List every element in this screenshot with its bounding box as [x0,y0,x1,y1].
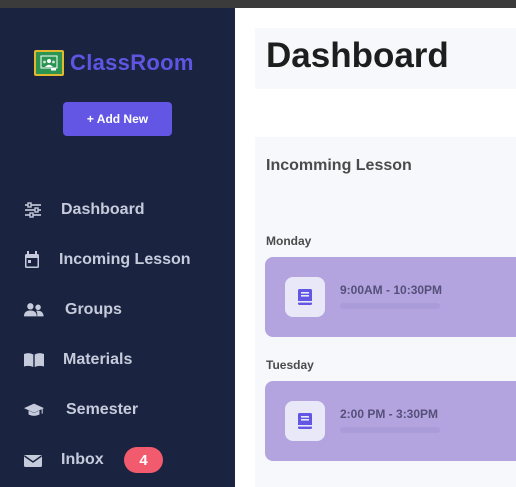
brand-name: ClassRoom [70,50,194,75]
book-icon [285,401,325,441]
classroom-logo-icon [34,50,64,76]
nav-item-dashboard[interactable]: Dashboard [0,193,235,227]
sidebar: ClassRoom + Add New Dashboard Incoming L… [0,8,235,487]
nav-item-semester[interactable]: Semester [0,393,235,427]
nav-item-inbox[interactable]: Inbox 4 [0,443,235,477]
page-title: Dashboard [266,36,449,75]
graduation-cap-icon [24,400,44,420]
nav-item-materials[interactable]: Materials [0,343,235,377]
lesson-subtitle-placeholder [340,303,440,309]
users-icon [24,300,44,320]
add-new-button[interactable]: + Add New [63,102,172,136]
day-label-monday: Monday [266,234,312,248]
nav-label-incoming-lesson: Incoming Lesson [59,251,191,268]
lesson-card[interactable]: 2:00 PM - 3:30PM [265,381,516,461]
lesson-subtitle-placeholder [340,427,440,433]
brand[interactable]: ClassRoom [34,50,194,76]
inbox-count-badge: 4 [124,447,163,473]
nav-item-incoming-lesson[interactable]: Incoming Lesson [0,243,235,277]
lesson-time: 2:00 PM - 3:30PM [340,407,439,421]
lesson-card[interactable]: 9:00AM - 10:30PM [265,257,516,337]
book-open-icon [24,350,44,370]
main-content: Dashboard Incomming Lesson Monday 9:00AM… [235,8,516,487]
nav-label-groups: Groups [65,301,122,318]
day-label-tuesday: Tuesday [266,358,314,372]
panel-title: Incomming Lesson [266,157,412,174]
nav-label-dashboard: Dashboard [61,201,145,218]
incoming-lesson-panel: Incomming Lesson Monday 9:00AM - 10:30PM… [255,137,516,487]
calendar-icon [22,250,42,270]
envelope-icon [23,451,43,471]
book-icon [285,277,325,317]
lesson-time: 9:00AM - 10:30PM [340,283,443,297]
nav-label-semester: Semester [66,401,139,418]
nav-label-inbox: Inbox [61,451,104,468]
sliders-icon [23,200,43,220]
nav-label-materials: Materials [63,351,133,368]
window-top-bar [0,0,516,8]
nav-item-groups[interactable]: Groups [0,293,235,327]
page-header: Dashboard [255,28,516,89]
